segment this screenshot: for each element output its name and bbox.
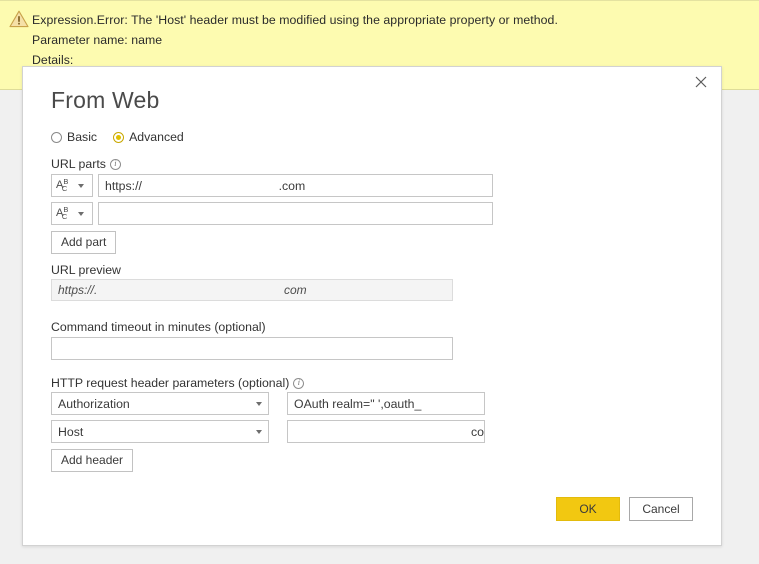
header-value-text-1: OAuth realm=" ',oauth_ — [294, 396, 422, 411]
abc-c: C — [61, 212, 68, 221]
warning-triangle-icon — [9, 10, 29, 28]
radio-basic-label: Basic — [67, 130, 98, 144]
url-parts-label: URL parts — [51, 157, 106, 171]
chevron-down-icon — [256, 429, 262, 434]
error-message-block: Expression.Error: The 'Host' header must… — [32, 10, 732, 70]
from-web-dialog: From Web Basic Advanced URL parts ABC AB… — [22, 66, 722, 546]
mode-radio-group: Basic Advanced — [51, 130, 184, 144]
header-name-select-2[interactable]: Host — [51, 420, 269, 443]
error-line-1: Expression.Error: The 'Host' header must… — [32, 13, 558, 27]
add-part-button[interactable]: Add part — [51, 231, 117, 254]
http-headers-label-group: HTTP request header parameters (optional… — [51, 376, 305, 390]
url-part-type-select-2[interactable]: ABC — [51, 202, 93, 225]
radio-advanced-label: Advanced — [129, 130, 184, 144]
url-part-input-2[interactable] — [98, 202, 493, 225]
error-line-2: Parameter name: name — [32, 33, 163, 47]
ok-button[interactable]: OK — [556, 497, 620, 521]
chevron-down-icon — [78, 211, 84, 216]
abc-text-type-icon: ABC — [56, 178, 76, 193]
cancel-button[interactable]: Cancel — [629, 497, 693, 521]
add-header-button[interactable]: Add header — [51, 449, 134, 472]
url-part-type-select-1[interactable]: ABC — [51, 174, 93, 197]
abc-text-type-icon: ABC — [56, 206, 76, 221]
url-preview-prefix: https://. — [58, 283, 98, 297]
close-icon[interactable] — [681, 67, 721, 97]
page-title: From Web — [51, 87, 160, 113]
close-glyph — [695, 76, 707, 88]
radio-advanced[interactable]: Advanced — [113, 130, 184, 144]
chevron-down-icon — [256, 401, 262, 406]
radio-basic[interactable]: Basic — [51, 130, 97, 144]
header-name-select-1[interactable]: Authorization — [51, 392, 269, 415]
chevron-down-icon — [78, 183, 84, 188]
http-headers-label: HTTP request header parameters (optional… — [51, 376, 290, 390]
header-name-value-1: Authorization — [58, 396, 130, 411]
url-parts-label-group: URL parts — [51, 157, 121, 171]
header-value-field-1[interactable]: OAuth realm=" ',oauth_ — [287, 392, 485, 415]
url-preview-suffix: com — [284, 283, 307, 297]
command-timeout-label: Command timeout in minutes (optional) — [51, 320, 266, 334]
abc-c: C — [61, 184, 68, 193]
url-parts-info-icon[interactable] — [109, 158, 121, 170]
url-part-input-1[interactable] — [98, 174, 493, 197]
header-name-value-2: Host — [58, 424, 84, 439]
radio-advanced-mark — [113, 131, 125, 143]
radio-basic-mark — [51, 131, 62, 143]
header-value-text-2: co — [471, 424, 484, 439]
command-timeout-input[interactable] — [51, 337, 453, 360]
header-value-field-2[interactable]: co — [287, 420, 485, 443]
http-headers-info-icon[interactable] — [293, 377, 305, 389]
url-preview-value: https://. com — [51, 279, 453, 301]
url-preview-label: URL preview — [51, 263, 121, 277]
